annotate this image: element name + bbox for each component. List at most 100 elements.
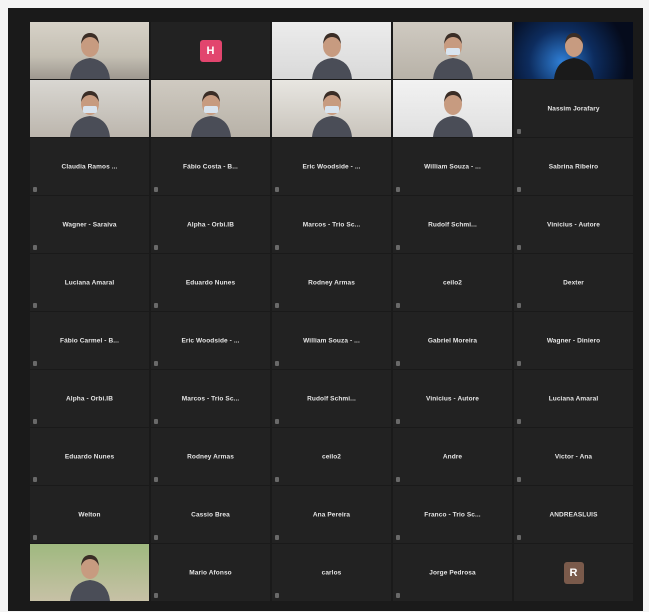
participant-name: Alpha - Orbi.IB — [66, 395, 113, 402]
participant-tile[interactable]: Sabrina Ribeiro — [514, 138, 633, 195]
participant-video-feed — [311, 91, 352, 137]
mic-muted-icon — [33, 245, 37, 250]
meeting-window: H Nassim Jorafary Claudia Ramos ... Fábio C… — [8, 8, 643, 611]
participant-tile[interactable]: Rudolf Schmi... — [393, 196, 512, 253]
mic-muted-icon — [154, 361, 158, 366]
participant-name: Eduardo Nunes — [185, 279, 236, 286]
mic-muted-icon — [396, 477, 400, 482]
participant-tile[interactable]: Dexter — [514, 254, 633, 311]
mic-muted-icon — [275, 593, 279, 598]
participant-name: Andre — [442, 453, 463, 460]
participant-tile[interactable]: Luciana Amaral — [30, 254, 149, 311]
participant-tile[interactable]: William Souza - ... — [393, 138, 512, 195]
mic-muted-icon — [275, 361, 279, 366]
mic-muted-icon — [396, 245, 400, 250]
participant-video-feed — [69, 33, 110, 79]
participant-tile[interactable] — [514, 22, 633, 79]
participant-tile[interactable]: Wagner - Diniero — [514, 312, 633, 369]
participant-tile[interactable]: ANDREASLUIS — [514, 486, 633, 543]
participant-tile[interactable]: Eduardo Nunes — [151, 254, 270, 311]
mic-muted-icon — [33, 419, 37, 424]
participant-tile[interactable] — [30, 80, 149, 137]
mic-muted-icon — [517, 419, 521, 424]
mic-muted-icon — [154, 593, 158, 598]
avatar: H — [199, 39, 222, 62]
participant-name: Marcos - Trio Sc... — [302, 221, 361, 228]
mic-muted-icon — [517, 535, 521, 540]
participant-video-feed — [553, 33, 594, 79]
participant-tile[interactable] — [30, 22, 149, 79]
participant-tile[interactable]: Jorge Pedrosa — [393, 544, 512, 601]
participant-tile[interactable]: Vinicius - Autore — [514, 196, 633, 253]
mic-muted-icon — [275, 419, 279, 424]
participant-tile[interactable]: Wagner - Saraiva — [30, 196, 149, 253]
participant-tile[interactable]: Mario Afonso — [151, 544, 270, 601]
participant-tile[interactable]: Eric Woodside - ... — [272, 138, 391, 195]
participant-tile[interactable]: Ana Pereira — [272, 486, 391, 543]
mic-muted-icon — [154, 535, 158, 540]
participant-name: Alpha - Orbi.IB — [187, 221, 234, 228]
participant-tile[interactable]: Marcos - Trio Sc... — [272, 196, 391, 253]
participant-tile[interactable]: H — [151, 22, 270, 79]
participant-name: ceilo2 — [442, 279, 463, 286]
participant-name: Victor - Ana — [554, 453, 593, 460]
mic-muted-icon — [396, 187, 400, 192]
participant-name: Ana Pereira — [312, 511, 351, 518]
participant-tile[interactable] — [272, 80, 391, 137]
participant-tile[interactable]: Rodney Armas — [272, 254, 391, 311]
participant-tile[interactable]: Rudolf Schmi... — [272, 370, 391, 427]
mic-muted-icon — [517, 129, 521, 134]
participant-tile[interactable]: Alpha - Orbi.IB — [30, 370, 149, 427]
participant-tile[interactable]: Victor - Ana — [514, 428, 633, 485]
participant-tile[interactable]: Claudia Ramos ... — [30, 138, 149, 195]
participant-tile[interactable] — [393, 22, 512, 79]
participant-tile[interactable]: Eduardo Nunes — [30, 428, 149, 485]
participant-tile[interactable]: Luciana Amaral — [514, 370, 633, 427]
participant-name: Rudolf Schmi... — [307, 395, 356, 402]
participant-tile[interactable]: Alpha - Orbi.IB — [151, 196, 270, 253]
participant-tile[interactable]: Nassim Jorafary — [514, 80, 633, 137]
mic-muted-icon — [275, 535, 279, 540]
participant-tile[interactable] — [272, 22, 391, 79]
participant-name: Gabriel Moreira — [427, 337, 478, 344]
participant-name: Mario Afonso — [189, 569, 232, 576]
avatar: R — [563, 561, 584, 584]
participant-tile[interactable]: ceilo2 — [393, 254, 512, 311]
participant-tile[interactable] — [393, 80, 512, 137]
participant-tile[interactable] — [151, 80, 270, 137]
participant-tile[interactable]: Fábio Carmel - B... — [30, 312, 149, 369]
mic-muted-icon — [154, 303, 158, 308]
participant-video-feed — [311, 33, 352, 79]
participant-tile[interactable] — [30, 544, 149, 601]
participant-tile[interactable]: ceilo2 — [272, 428, 391, 485]
participant-tile[interactable]: Vinicius - Autore — [393, 370, 512, 427]
participant-tile[interactable]: Cassio Brea — [151, 486, 270, 543]
participant-tile[interactable]: carlos — [272, 544, 391, 601]
participant-tile[interactable]: Fábio Costa - B... — [151, 138, 270, 195]
mic-muted-icon — [154, 477, 158, 482]
participant-name: ceilo2 — [321, 453, 342, 460]
participant-video-feed — [432, 33, 473, 79]
mic-muted-icon — [396, 593, 400, 598]
participant-name: Claudia Ramos ... — [61, 163, 118, 170]
mic-muted-icon — [517, 187, 521, 192]
participant-name: Welton — [78, 511, 101, 518]
participant-video-feed — [190, 91, 231, 137]
mic-muted-icon — [275, 245, 279, 250]
participant-tile[interactable]: Rodney Armas — [151, 428, 270, 485]
participant-name: Fábio Costa - B... — [183, 163, 238, 170]
participant-tile[interactable]: R — [514, 544, 633, 601]
mic-muted-icon — [33, 535, 37, 540]
participant-name: Sabrina Ribeiro — [548, 163, 599, 170]
participant-tile[interactable]: Gabriel Moreira — [393, 312, 512, 369]
participant-tile[interactable]: Marcos - Trio Sc... — [151, 370, 270, 427]
participant-name: Eduardo Nunes — [64, 453, 115, 460]
participant-tile[interactable]: Welton — [30, 486, 149, 543]
participant-tile[interactable]: Franco - Trio Sc... — [393, 486, 512, 543]
participant-tile[interactable]: Eric Woodside - ... — [151, 312, 270, 369]
participant-name: Jorge Pedrosa — [429, 569, 476, 576]
mic-muted-icon — [33, 303, 37, 308]
participant-tile[interactable]: William Souza - ... — [272, 312, 391, 369]
participant-tile[interactable]: Andre — [393, 428, 512, 485]
participant-name: Nassim Jorafary — [547, 105, 600, 112]
